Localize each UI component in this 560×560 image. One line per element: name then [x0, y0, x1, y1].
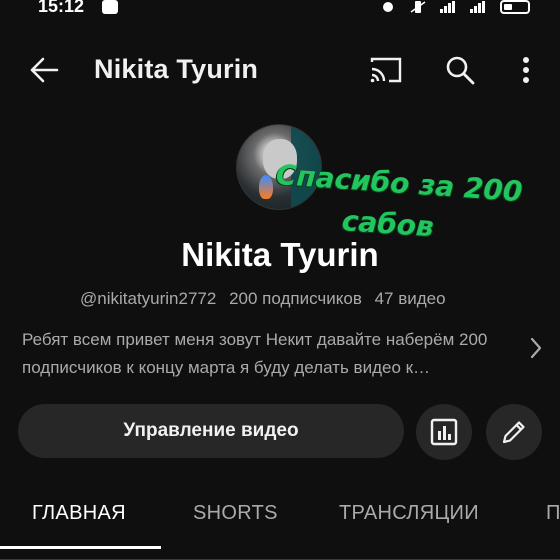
edit-channel-button[interactable]	[486, 404, 542, 460]
channel-description[interactable]: Ребят всем привет меня зовут Некит давай…	[22, 326, 516, 382]
back-arrow-icon	[30, 57, 59, 83]
search-icon	[446, 56, 475, 85]
chevron-right-icon	[530, 337, 542, 359]
channel-tabs: ГЛАВНАЯ SHORTS ТРАНСЛЯЦИИ П	[0, 488, 560, 560]
subscriber-count: 200 подписчиков	[229, 289, 362, 308]
tab-home[interactable]: ГЛАВНАЯ	[32, 502, 126, 525]
cast-button[interactable]	[362, 48, 410, 92]
analytics-icon	[430, 418, 458, 446]
alarm-icon	[383, 2, 393, 12]
app-title: Nikita Tyurin	[94, 54, 259, 84]
status-bar: 15:12	[0, 0, 560, 18]
search-button[interactable]	[436, 48, 484, 92]
signal-icon	[440, 1, 455, 13]
cast-icon	[370, 57, 402, 83]
channel-handle: @nikitatyurin2772	[80, 289, 217, 308]
manage-videos-button[interactable]: Управление видео	[18, 404, 404, 458]
tab-live[interactable]: ТРАНСЛЯЦИИ	[339, 502, 479, 525]
channel-meta: @nikitatyurin2772 200 подписчиков 47 вид…	[80, 289, 454, 309]
app-bar: Nikita Tyurin	[0, 40, 560, 100]
manage-videos-label: Управление видео	[123, 420, 299, 441]
more-options-button[interactable]	[506, 48, 546, 92]
channel-name: Nikita Tyurin	[181, 236, 379, 273]
tab-shorts[interactable]: SHORTS	[193, 502, 278, 525]
analytics-button[interactable]	[416, 404, 472, 460]
status-time: 15:12	[38, 0, 85, 16]
flame-icon	[259, 175, 273, 199]
pencil-icon	[502, 421, 525, 444]
video-count: 47 видео	[374, 289, 446, 308]
back-button[interactable]	[22, 48, 66, 92]
description-expand-button[interactable]	[524, 336, 548, 360]
more-vert-icon	[523, 57, 529, 83]
vibrate-icon	[410, 1, 426, 13]
active-tab-indicator	[0, 546, 161, 549]
status-icons	[380, 0, 530, 14]
notification-icon	[102, 0, 118, 14]
tab-playlists[interactable]: П	[546, 502, 560, 525]
signal-icon	[470, 1, 485, 13]
battery-icon	[500, 0, 530, 14]
